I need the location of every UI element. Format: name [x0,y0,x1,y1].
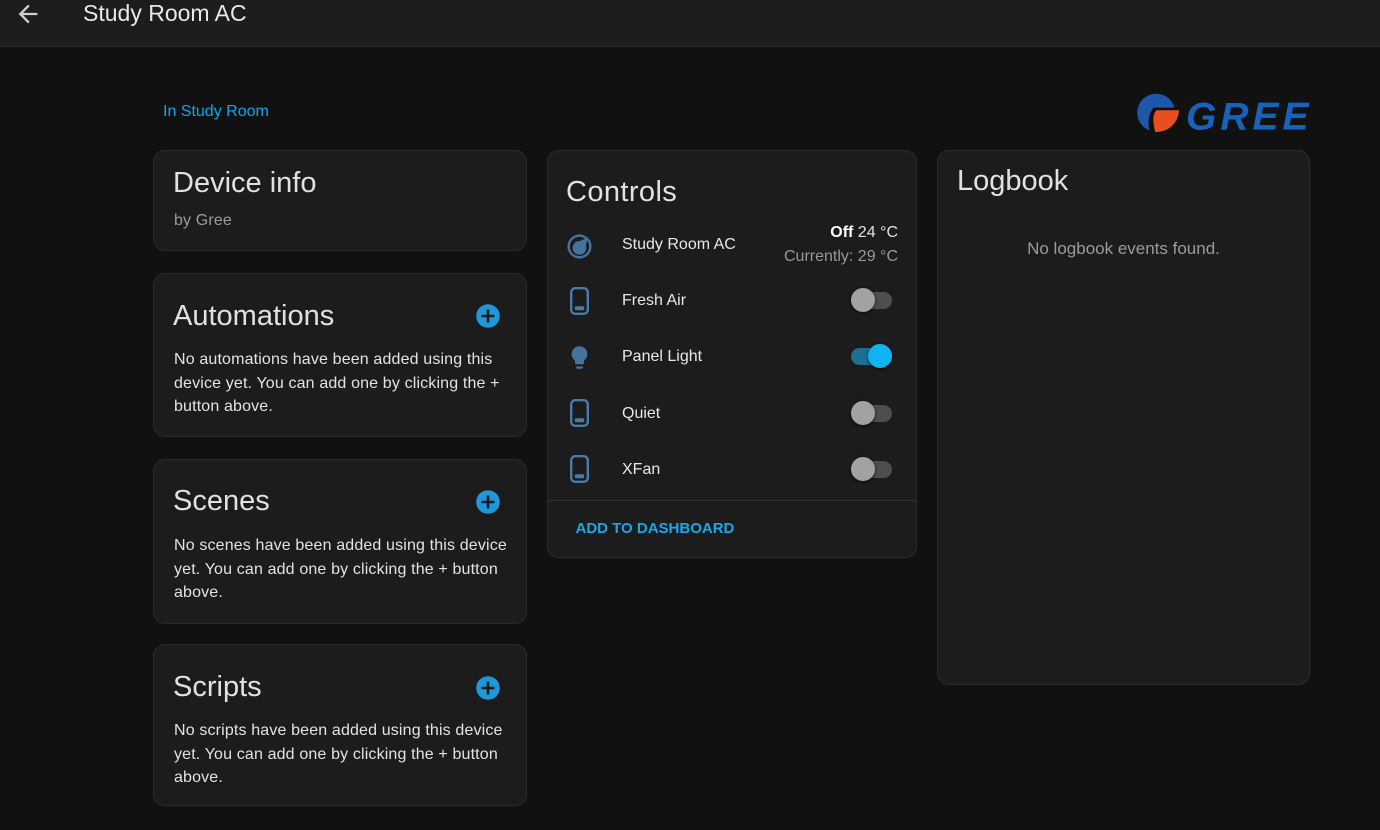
svg-text:GREE: GREE [1186,96,1313,138]
